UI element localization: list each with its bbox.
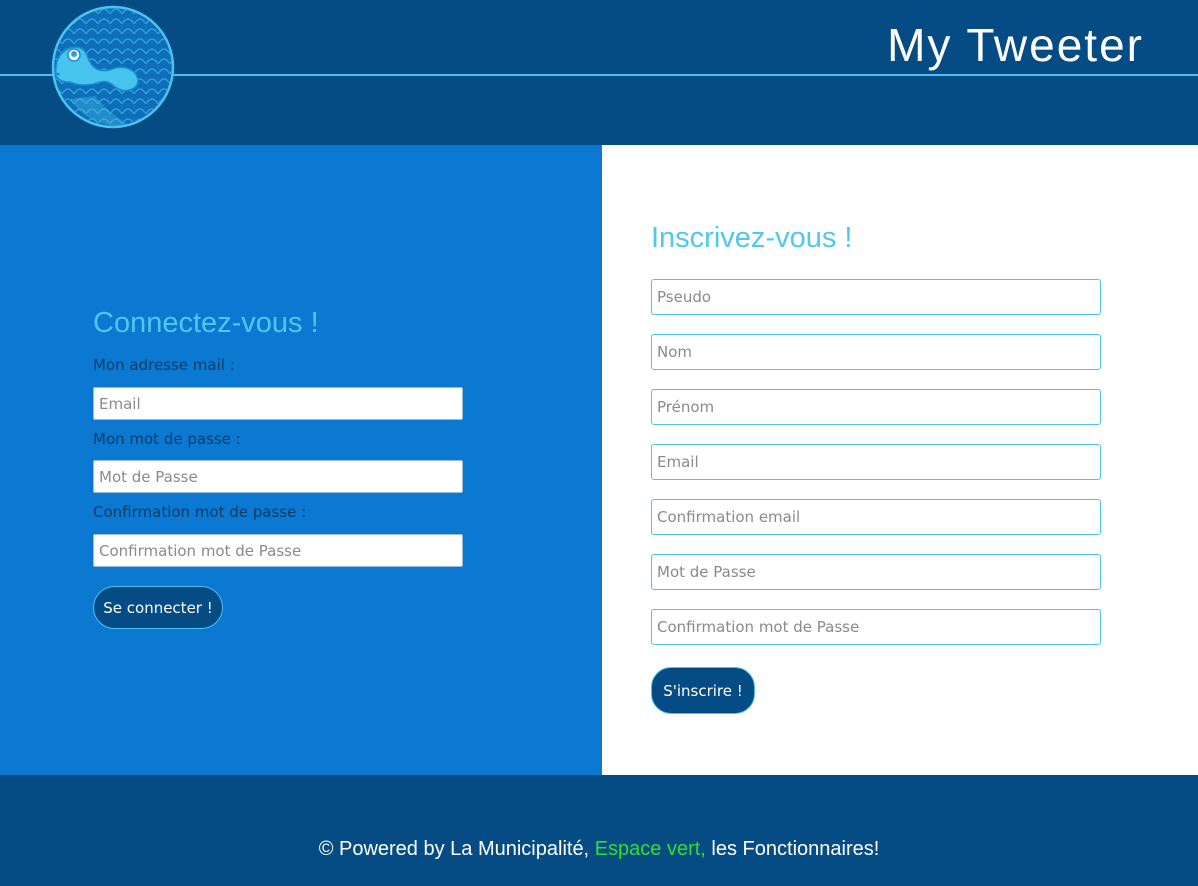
email-label: Mon adresse mail :	[93, 356, 235, 374]
login-confirm-password-input[interactable]	[93, 534, 463, 567]
site-header: My Tweeter	[0, 0, 1198, 145]
login-button[interactable]: Se connecter !	[93, 586, 223, 629]
signup-button[interactable]: S'inscrire !	[651, 667, 755, 714]
pangolin-logo-icon	[51, 5, 175, 129]
signup-panel: Inscrivez-vous ! S'inscrire !	[602, 145, 1198, 775]
footer-copyright: © Powered by La Municipalité,	[318, 838, 590, 860]
login-title: Connectez-vous !	[93, 307, 319, 339]
site-title: My Tweeter	[887, 19, 1144, 71]
signup-nom-input[interactable]	[651, 334, 1101, 370]
signup-confirm-password-input[interactable]	[651, 609, 1101, 645]
signup-confirm-email-input[interactable]	[651, 499, 1101, 535]
footer-green-link: Espace vert,	[594, 838, 706, 860]
header-divider	[0, 74, 1198, 76]
site-footer: © Powered by La Municipalité, Espace ver…	[0, 775, 1198, 886]
confirm-password-label: Confirmation mot de passe :	[93, 503, 307, 521]
signup-password-input[interactable]	[651, 554, 1101, 590]
footer-credits: les Fonctionnaires!	[711, 838, 880, 860]
signup-email-input[interactable]	[651, 444, 1101, 480]
login-email-input[interactable]	[93, 387, 463, 420]
footer-text: © Powered by La Municipalité, Espace ver…	[0, 838, 1198, 861]
login-password-input[interactable]	[93, 460, 463, 493]
signup-prenom-input[interactable]	[651, 389, 1101, 425]
signup-title: Inscrivez-vous !	[651, 222, 853, 254]
password-label: Mon mot de passe :	[93, 430, 241, 448]
login-panel: Connectez-vous ! Mon adresse mail : Mon …	[0, 145, 602, 775]
signup-pseudo-input[interactable]	[651, 279, 1101, 315]
